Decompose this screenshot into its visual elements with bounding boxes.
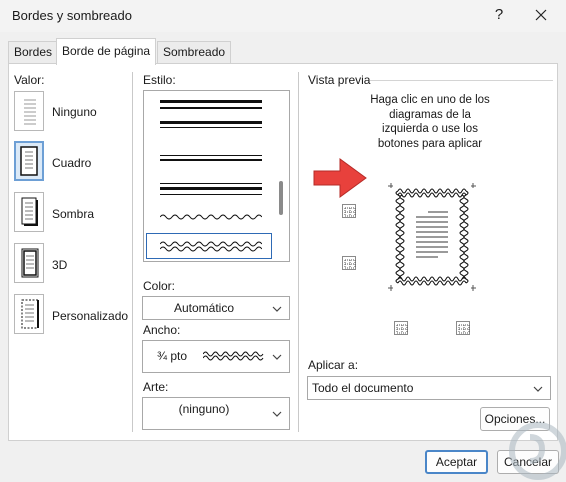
setting-shadow-label: Sombra: [52, 207, 95, 221]
color-dropdown[interactable]: Automático: [142, 296, 290, 320]
width-dropdown[interactable]: ¾ pto: [142, 340, 290, 373]
tab-sombreado[interactable]: Sombreado: [157, 41, 232, 63]
divider: [132, 72, 133, 432]
border-right-icon: [458, 324, 470, 334]
style-line-medium[interactable]: [160, 107, 262, 109]
style-line-double-wave: [160, 241, 262, 252]
style-label: Estilo:: [143, 73, 176, 87]
border-top-icon: [344, 207, 356, 217]
hint-line: izquierda o use los: [382, 123, 478, 135]
box-border-icon: [20, 146, 38, 176]
chevron-down-icon: [272, 354, 282, 360]
tab-label: Sombreado: [163, 45, 226, 59]
style-line-triple-b[interactable]: [160, 159, 262, 161]
border-left-icon: [396, 324, 408, 334]
style-line-pair-c[interactable]: [160, 194, 262, 195]
setting-3d-label: 3D: [52, 258, 68, 272]
preview-label: Vista previa: [308, 73, 371, 87]
title-bar: Bordes y sombreado ?: [0, 0, 566, 32]
top-border-button[interactable]: [342, 204, 356, 218]
ok-button[interactable]: Aceptar: [425, 450, 488, 474]
style-line-wave[interactable]: [160, 213, 262, 221]
width-value: ¾ pto: [157, 349, 188, 363]
setting-box-label: Cuadro: [52, 156, 92, 170]
width-label: Ancho:: [143, 323, 181, 337]
tab-label: Borde de página: [62, 44, 151, 58]
preview-group-line: [370, 80, 553, 81]
style-list[interactable]: [143, 90, 290, 262]
style-line-triple-a[interactable]: [160, 155, 262, 156]
chevron-down-icon: [533, 386, 543, 392]
tab-borde-de-pagina[interactable]: Borde de página: [56, 38, 157, 65]
style-line-pair-a[interactable]: [160, 183, 262, 184]
style-line-double-thick[interactable]: [160, 121, 262, 124]
tab-label: Bordes: [14, 45, 53, 59]
setting-none-label: Ninguno: [52, 105, 97, 119]
shadow-border-icon: [21, 197, 38, 226]
color-value: Automático: [173, 301, 235, 315]
style-line-pair-b[interactable]: [160, 187, 262, 190]
ok-button-label: Aceptar: [435, 455, 478, 469]
style-list-scrollbar[interactable]: [279, 181, 283, 215]
close-button[interactable]: [530, 4, 552, 26]
setting-custom-label: Personalizado: [52, 309, 129, 323]
setting-box-option[interactable]: [14, 141, 44, 181]
width-preview-wave: [203, 351, 264, 361]
page-preview[interactable]: [386, 181, 478, 293]
red-arrow-icon: [313, 158, 367, 198]
divider: [298, 72, 299, 432]
setting-none-option[interactable]: [14, 91, 44, 131]
style-line-thick[interactable]: [160, 100, 262, 103]
art-dropdown[interactable]: (ninguno): [142, 397, 290, 430]
chevron-down-icon: [272, 411, 282, 417]
watermark-logo: [509, 422, 566, 480]
hint-line: Haga clic en uno de los: [370, 94, 490, 106]
preview-hint: Haga clic en uno de los diagramas de la …: [360, 93, 500, 151]
left-border-button[interactable]: [394, 321, 408, 335]
setting-label: Valor:: [14, 73, 45, 87]
apply-to-value: Todo el documento: [312, 381, 414, 395]
style-selected-row[interactable]: [146, 233, 272, 259]
setting-3d-option[interactable]: [14, 243, 44, 283]
dialog-title: Bordes y sombreado: [12, 8, 132, 23]
apply-to-label: Aplicar a:: [308, 358, 359, 372]
color-label: Color:: [143, 279, 176, 293]
border-bottom-icon: [344, 259, 356, 269]
bottom-border-button[interactable]: [342, 256, 356, 270]
setting-shadow-option[interactable]: [14, 192, 44, 232]
3d-border-icon: [21, 248, 39, 278]
chevron-down-icon: [272, 306, 282, 312]
help-button[interactable]: ?: [488, 4, 510, 26]
hint-line: botones para aplicar: [377, 137, 483, 150]
no-border-icon: [24, 99, 36, 125]
hint-line: diagramas de la: [389, 108, 471, 121]
style-line-double-thin[interactable]: [160, 127, 262, 128]
apply-to-dropdown[interactable]: Todo el documento: [307, 376, 551, 400]
setting-custom-option[interactable]: [14, 294, 44, 334]
tab-bordes[interactable]: Bordes: [8, 41, 59, 63]
art-label: Arte:: [143, 380, 169, 394]
art-value: (ninguno): [178, 402, 230, 416]
close-icon: [535, 9, 547, 21]
right-border-button[interactable]: [456, 321, 470, 335]
custom-border-icon: [21, 299, 39, 329]
